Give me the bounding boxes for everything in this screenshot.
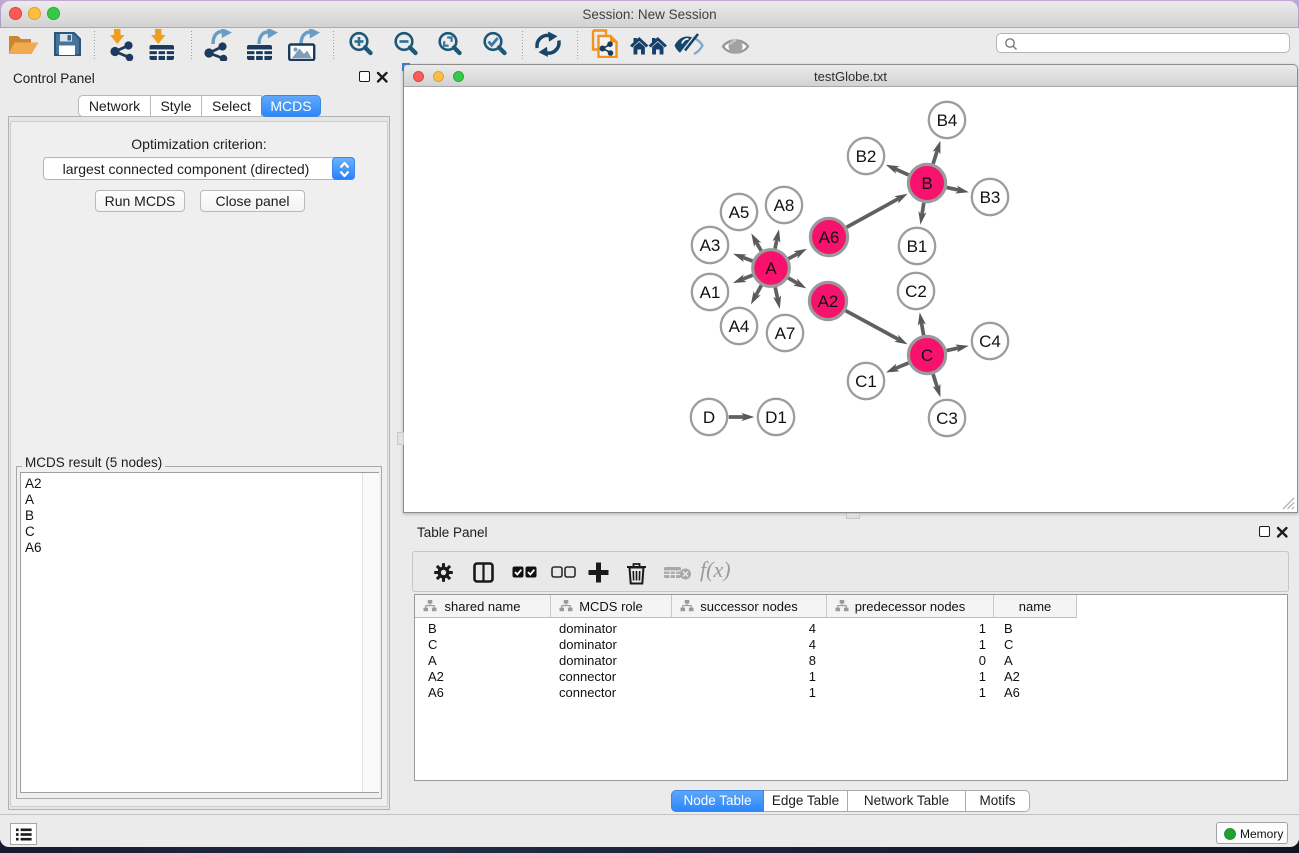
svg-text:B1: B1 bbox=[907, 237, 928, 256]
svg-text:B4: B4 bbox=[937, 111, 958, 130]
svg-text:A2: A2 bbox=[818, 292, 839, 311]
svg-text:A7: A7 bbox=[775, 324, 796, 343]
svg-text:D: D bbox=[703, 408, 715, 427]
svg-text:C1: C1 bbox=[855, 372, 877, 391]
svg-text:A1: A1 bbox=[700, 283, 721, 302]
svg-text:B2: B2 bbox=[856, 147, 877, 166]
svg-text:D1: D1 bbox=[765, 408, 787, 427]
svg-text:A4: A4 bbox=[729, 317, 750, 336]
svg-text:A6: A6 bbox=[819, 228, 840, 247]
svg-text:B3: B3 bbox=[980, 188, 1001, 207]
svg-text:C2: C2 bbox=[905, 282, 927, 301]
svg-text:A8: A8 bbox=[774, 196, 795, 215]
svg-text:B: B bbox=[921, 174, 932, 193]
svg-text:A3: A3 bbox=[700, 236, 721, 255]
svg-text:C3: C3 bbox=[936, 409, 958, 428]
svg-text:A: A bbox=[765, 259, 777, 278]
svg-text:A5: A5 bbox=[729, 203, 750, 222]
svg-text:C: C bbox=[921, 346, 933, 365]
svg-text:C4: C4 bbox=[979, 332, 1001, 351]
